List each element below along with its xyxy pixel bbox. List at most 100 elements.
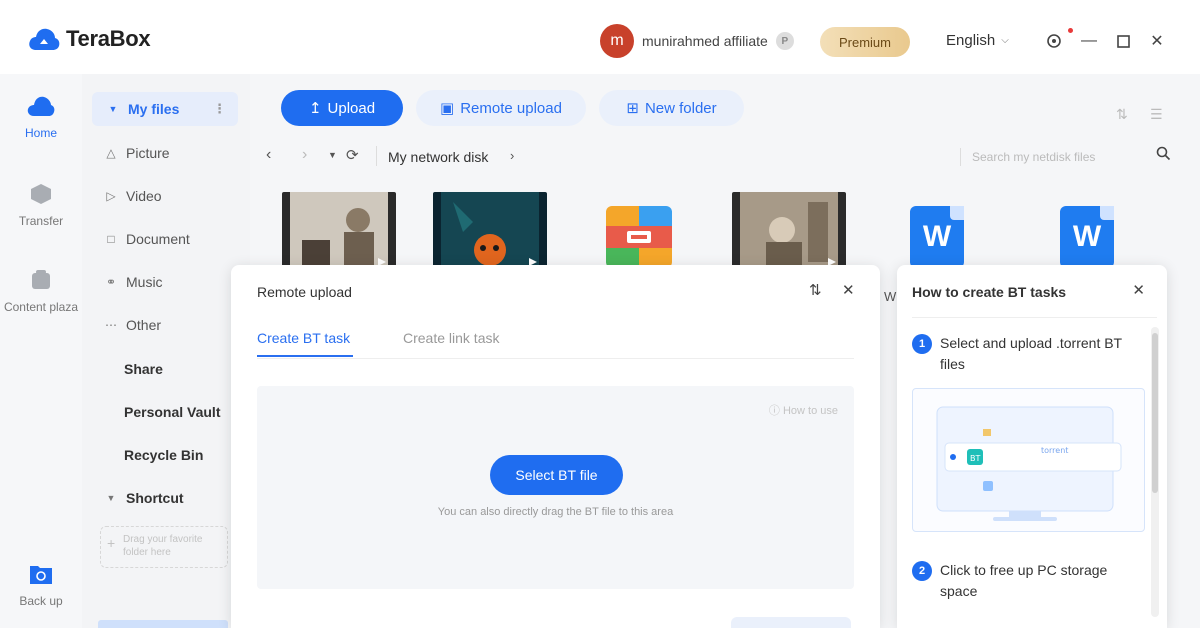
word-document-icon[interactable]: W <box>1060 206 1114 268</box>
sidebar-item-video[interactable]: ▷ Video <box>104 188 162 204</box>
sidebar-item-recycle-bin[interactable]: Recycle Bin <box>124 447 203 463</box>
navigation-bar: ‹ › ▼ ⟳ My network disk › Search my netd… <box>250 142 1200 172</box>
step-illustration: BT torrent <box>912 388 1145 532</box>
sort-icon[interactable]: ⇅ <box>809 281 822 299</box>
step-number: 2 <box>912 561 932 581</box>
sidebar-item-label: My files <box>128 101 180 117</box>
active-tab-indicator <box>257 355 353 357</box>
file-thumbnail[interactable] <box>732 192 846 270</box>
upload-label: Upload <box>327 99 376 117</box>
sidebar-item-label: Video <box>126 188 162 204</box>
sidebar-item-label: Share <box>124 361 163 377</box>
language-select[interactable]: English ⌵ <box>946 32 1009 49</box>
rail-item-home[interactable]: Home <box>0 92 82 140</box>
sidebar-item-label: Shortcut <box>126 490 184 506</box>
rail-label: Content plaza <box>3 300 79 314</box>
bt-drop-zone[interactable]: ⓘ How to use Select BT file You can also… <box>257 386 854 589</box>
sidebar-item-shortcut[interactable]: ▼ Shortcut <box>104 490 184 506</box>
archive-file-icon[interactable] <box>606 206 672 268</box>
caret-down-icon: ▼ <box>108 104 118 114</box>
caret-down-icon: ▼ <box>106 493 116 503</box>
back-icon[interactable]: ‹ <box>266 146 271 164</box>
title-bar: TeraBox m munirahmed affiliate P Premium… <box>0 0 1200 74</box>
plus-icon: + <box>107 535 116 551</box>
list-view-icon[interactable]: ☰ <box>1150 106 1163 123</box>
search-input[interactable]: Search my netdisk files <box>972 150 1095 164</box>
help-panel: How to create BT tasks ✕ 1 Select and up… <box>897 265 1167 628</box>
torrent-label: torrent <box>1041 446 1068 455</box>
upload-button[interactable]: ↥ Upload <box>281 90 403 126</box>
sidebar-item-label: Picture <box>126 145 170 161</box>
file-thumbnail[interactable] <box>433 192 547 270</box>
bt-badge: BT <box>970 454 980 463</box>
new-folder-label: New folder <box>644 99 717 117</box>
remote-upload-dialog: Remote upload ⇅ ✕ Create BT task Create … <box>231 265 880 628</box>
avatar[interactable]: m <box>600 24 634 58</box>
sidebar-item-label: Document <box>126 231 190 247</box>
rail-item-content-plaza[interactable]: Content plaza <box>0 266 82 314</box>
help-title: How to create BT tasks <box>912 284 1067 300</box>
settings-icon[interactable] <box>1043 30 1065 52</box>
scrollbar-thumb[interactable] <box>1152 333 1158 493</box>
sidebar-item-label: Other <box>126 317 162 333</box>
tab-create-bt-task[interactable]: Create BT task <box>257 330 350 346</box>
sort-icon[interactable]: ⇅ <box>1116 106 1128 123</box>
new-folder-button[interactable]: ⊞ New folder <box>599 90 744 126</box>
drop-hint: You can also directly drag the BT file t… <box>437 506 674 518</box>
rail-label: Transfer <box>18 214 64 228</box>
rail-item-transfer[interactable]: Transfer <box>0 180 82 228</box>
history-dropdown-icon[interactable]: ▼ <box>328 150 337 160</box>
word-document-icon[interactable]: W <box>910 206 964 268</box>
sidebar-item-other[interactable]: ⋯ Other <box>104 317 161 333</box>
sidebar-item-personal-vault[interactable]: Personal Vault <box>124 404 220 420</box>
search-icon[interactable] <box>1156 146 1171 165</box>
chevron-down-icon: ⌵ <box>1001 35 1009 46</box>
more-icon[interactable]: ⋮ <box>213 101 226 117</box>
footer-button[interactable] <box>731 617 851 628</box>
sidebar-item-share[interactable]: Share <box>124 361 163 377</box>
sidebar-item-label: Music <box>126 274 163 290</box>
video-icon: ▷ <box>106 189 116 203</box>
close-icon[interactable]: ✕ <box>842 281 855 299</box>
file-thumbnail[interactable] <box>282 192 396 270</box>
select-bt-file-button[interactable]: Select BT file <box>490 455 623 495</box>
divider <box>376 146 377 166</box>
refresh-icon[interactable]: ⟳ <box>346 146 359 164</box>
language-label: English <box>946 32 996 49</box>
step-text: Click to free up PC storage space <box>940 562 1108 599</box>
scrollbar[interactable] <box>1151 327 1159 617</box>
terabox-logo-icon <box>29 28 60 50</box>
breadcrumb[interactable]: My network disk <box>388 149 488 165</box>
close-window-icon[interactable]: ✕ <box>1146 30 1168 52</box>
sidebar-item-my-files[interactable]: ▼ My files ⋮ <box>92 92 238 126</box>
step-text: Select and upload .torrent BT files <box>940 335 1122 372</box>
sidebar-item-music[interactable]: ⚭ Music <box>104 274 163 290</box>
shortcut-drop-zone[interactable]: + Drag your favorite folder here <box>100 526 228 568</box>
tab-create-link-task[interactable]: Create link task <box>403 330 499 346</box>
chevron-right-icon[interactable]: › <box>510 148 514 163</box>
picture-icon: △ <box>106 146 116 160</box>
remote-upload-label: Remote upload <box>460 99 562 117</box>
sidebar-item-picture[interactable]: △ Picture <box>104 145 170 161</box>
file-name-fragment: W <box>884 289 897 304</box>
help-circle-icon: ⓘ <box>768 405 780 417</box>
how-to-use-link[interactable]: ⓘ How to use <box>769 402 838 418</box>
username: munirahmed affiliate <box>642 33 768 49</box>
minimize-icon[interactable]: — <box>1078 30 1100 52</box>
maximize-icon[interactable] <box>1112 30 1134 52</box>
sidebar-item-document[interactable]: □ Document <box>104 231 190 247</box>
vip-badge-icon: P <box>775 32 794 50</box>
close-icon[interactable]: ✕ <box>1132 281 1145 299</box>
other-icon: ⋯ <box>105 318 117 332</box>
rail-item-backup[interactable]: Back up <box>0 560 82 608</box>
step-number: 1 <box>912 334 932 354</box>
premium-button[interactable]: Premium <box>820 27 910 57</box>
forward-icon[interactable]: › <box>302 146 307 164</box>
upload-icon: ↥ <box>308 100 322 117</box>
tab-divider <box>257 358 854 359</box>
rail-label: Back up <box>19 594 63 608</box>
user-profile[interactable]: m munirahmed affiliate P <box>600 24 794 58</box>
remote-upload-button[interactable]: ▣ Remote upload <box>416 90 586 126</box>
app-logo: TeraBox <box>28 26 151 52</box>
content-plaza-icon <box>27 266 55 294</box>
